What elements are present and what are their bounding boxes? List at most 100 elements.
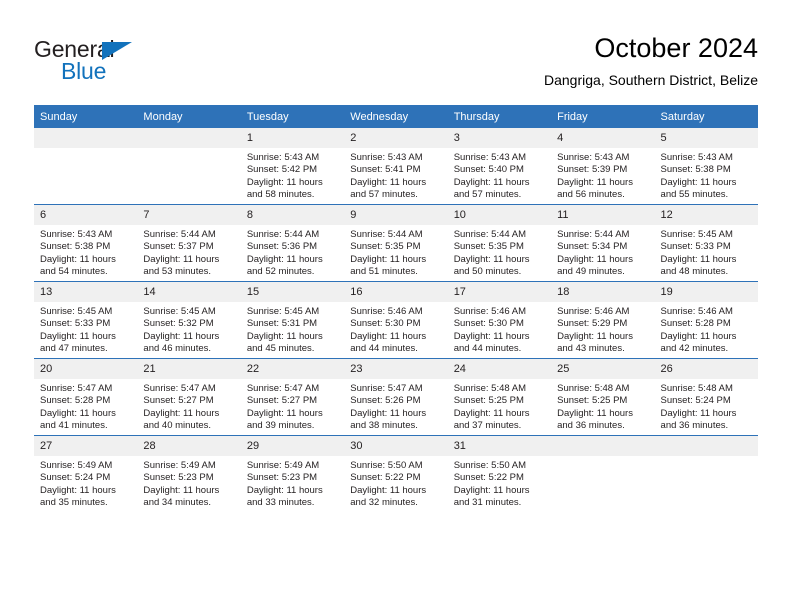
weekday-header-monday: Monday <box>137 105 241 128</box>
day-info: Sunrise: 5:44 AM Sunset: 5:37 PM Daylight:… <box>137 225 240 278</box>
page-subtitle: Dangriga, Southern District, Belize <box>544 72 758 88</box>
sunrise-text: Sunrise: 5:44 AM <box>143 229 216 240</box>
day-info: Sunrise: 5:47 AM Sunset: 5:26 PM Daylight:… <box>344 379 447 432</box>
sunset-text: Sunset: 5:30 PM <box>350 318 421 330</box>
calendar-day-cell[interactable]: 10 Sunrise: 5:44 AM Sunset: 5:35 PM Dayligh… <box>447 204 552 282</box>
daylight-text-line2: and 48 minutes. <box>660 265 729 277</box>
daylight-text-line2: and 44 minutes. <box>453 342 522 354</box>
calendar-day-cell[interactable]: 31 Sunrise: 5:50 AM Sunset: 5:22 PM Dayligh… <box>447 435 552 512</box>
daylight-text-line2: and 58 minutes. <box>246 188 315 200</box>
day-info: Sunrise: 5:45 AM Sunset: 5:33 PM Daylight:… <box>655 225 758 278</box>
calendar-day-cell[interactable]: 14 Sunrise: 5:45 AM Sunset: 5:32 PM Dayligh… <box>137 281 241 359</box>
day-number: 1 <box>240 128 345 148</box>
day-info: Sunrise: 5:46 AM Sunset: 5:28 PM Daylight:… <box>655 302 758 355</box>
day-info: Sunrise: 5:45 AM Sunset: 5:32 PM Daylight:… <box>137 302 240 355</box>
calendar-day-cell[interactable]: 4 Sunrise: 5:43 AM Sunset: 5:39 PM Daylight… <box>551 128 655 205</box>
daylight-text-line2: and 36 minutes. <box>557 419 625 431</box>
sunrise-text: Sunrise: 5:50 AM <box>453 460 527 471</box>
sunrise-text: Sunrise: 5:44 AM <box>453 229 527 240</box>
day-number: 3 <box>447 128 552 148</box>
day-number: 23 <box>344 359 448 379</box>
weekday-header-sunday: Sunday <box>34 105 138 128</box>
calendar-day-cell[interactable]: 7 Sunrise: 5:44 AM Sunset: 5:37 PM Daylight… <box>137 204 241 282</box>
day-number: 9 <box>344 205 448 225</box>
calendar-day-cell[interactable]: 6 Sunrise: 5:43 AM Sunset: 5:38 PM Daylight… <box>34 204 138 282</box>
daylight-text-line1: Daylight: 11 hours <box>143 253 220 265</box>
page-title: October 2024 <box>594 33 758 63</box>
daylight-text-line1: Daylight: 11 hours <box>557 407 633 419</box>
calendar-empty-cell <box>34 128 138 205</box>
calendar-day-cell[interactable]: 23 Sunrise: 5:47 AM Sunset: 5:26 PM Dayligh… <box>344 358 448 436</box>
daylight-text-line2: and 31 minutes. <box>453 496 522 508</box>
sunset-text: Sunset: 5:27 PM <box>143 395 214 407</box>
day-number: 4 <box>551 128 655 148</box>
daylight-text-line2: and 57 minutes. <box>453 188 522 200</box>
daylight-text-line2: and 51 minutes. <box>350 265 418 277</box>
calendar-day-cell[interactable]: 15 Sunrise: 5:45 AM Sunset: 5:31 PM Dayligh… <box>240 281 345 359</box>
sunrise-text: Sunrise: 5:49 AM <box>40 460 113 471</box>
day-info: Sunrise: 5:48 AM Sunset: 5:25 PM Daylight:… <box>551 379 654 432</box>
calendar-day-cell[interactable]: 21 Sunrise: 5:47 AM Sunset: 5:27 PM Dayligh… <box>137 358 241 436</box>
daylight-text-line1: Daylight: 11 hours <box>557 176 633 188</box>
sunset-text: Sunset: 5:38 PM <box>660 164 731 176</box>
daylight-text-line1: Daylight: 11 hours <box>350 407 427 419</box>
calendar-day-cell[interactable]: 24 Sunrise: 5:48 AM Sunset: 5:25 PM Dayligh… <box>447 358 552 436</box>
day-info: Sunrise: 5:46 AM Sunset: 5:29 PM Daylight:… <box>551 302 654 355</box>
calendar-day-cell[interactable]: 8 Sunrise: 5:44 AM Sunset: 5:36 PM Daylight… <box>240 204 345 282</box>
daylight-text-line1: Daylight: 11 hours <box>246 253 323 265</box>
daylight-text-line1: Daylight: 11 hours <box>660 407 737 419</box>
day-number: 12 <box>654 205 758 225</box>
calendar-day-cell[interactable]: 28 Sunrise: 5:49 AM Sunset: 5:23 PM Dayligh… <box>137 435 241 512</box>
day-info: Sunrise: 5:49 AM Sunset: 5:23 PM Daylight:… <box>137 456 240 509</box>
calendar-day-cell[interactable]: 26 Sunrise: 5:48 AM Sunset: 5:24 PM Dayligh… <box>654 358 758 436</box>
sunrise-text: Sunrise: 5:47 AM <box>143 383 216 394</box>
sunset-text: Sunset: 5:40 PM <box>453 164 524 176</box>
sunrise-text: Sunrise: 5:43 AM <box>453 152 527 163</box>
sunset-text: Sunset: 5:37 PM <box>143 241 214 253</box>
daylight-text-line2: and 32 minutes. <box>350 496 418 508</box>
calendar-day-cell[interactable]: 17 Sunrise: 5:46 AM Sunset: 5:30 PM Dayligh… <box>447 281 552 359</box>
calendar-day-cell[interactable]: 29 Sunrise: 5:49 AM Sunset: 5:23 PM Dayligh… <box>240 435 345 512</box>
calendar-empty-cell <box>137 128 241 205</box>
calendar-day-cell[interactable]: 18 Sunrise: 5:46 AM Sunset: 5:29 PM Dayligh… <box>551 281 655 359</box>
day-info: Sunrise: 5:43 AM Sunset: 5:40 PM Daylight:… <box>448 148 551 201</box>
daylight-text-line2: and 44 minutes. <box>350 342 418 354</box>
day-number: 31 <box>447 436 552 456</box>
calendar-day-cell[interactable]: 30 Sunrise: 5:50 AM Sunset: 5:22 PM Dayligh… <box>344 435 448 512</box>
day-number: 10 <box>447 205 552 225</box>
calendar-day-cell[interactable]: 12 Sunrise: 5:45 AM Sunset: 5:33 PM Dayligh… <box>654 204 758 282</box>
sunrise-text: Sunrise: 5:44 AM <box>350 229 423 240</box>
calendar-day-cell[interactable]: 16 Sunrise: 5:46 AM Sunset: 5:30 PM Dayligh… <box>344 281 448 359</box>
day-info: Sunrise: 5:49 AM Sunset: 5:23 PM Daylight:… <box>241 456 344 509</box>
daylight-text-line2: and 53 minutes. <box>143 265 212 277</box>
sunrise-text: Sunrise: 5:45 AM <box>246 306 320 317</box>
calendar-day-cell[interactable]: 3 Sunrise: 5:43 AM Sunset: 5:40 PM Daylight… <box>447 128 552 205</box>
day-number: 15 <box>240 282 345 302</box>
calendar-day-cell[interactable]: 20 Sunrise: 5:47 AM Sunset: 5:28 PM Dayligh… <box>34 358 138 436</box>
calendar-header-row: Sunday Monday Tuesday Wednesday Thursday… <box>34 105 758 128</box>
sunset-text: Sunset: 5:35 PM <box>350 241 421 253</box>
calendar-day-cell[interactable]: 5 Sunrise: 5:43 AM Sunset: 5:38 PM Daylight… <box>654 128 758 205</box>
calendar-day-cell[interactable]: 25 Sunrise: 5:48 AM Sunset: 5:25 PM Dayligh… <box>551 358 655 436</box>
calendar-week-row: 1 Sunrise: 5:43 AM Sunset: 5:42 PM Daylight… <box>34 128 758 205</box>
sunrise-text: Sunrise: 5:44 AM <box>557 229 630 240</box>
sunset-text: Sunset: 5:36 PM <box>246 241 318 253</box>
daylight-text-line1: Daylight: 11 hours <box>660 330 737 342</box>
calendar-day-cell[interactable]: 13 Sunrise: 5:45 AM Sunset: 5:33 PM Dayligh… <box>34 281 138 359</box>
calendar-day-cell[interactable]: 9 Sunrise: 5:44 AM Sunset: 5:35 PM Daylight… <box>344 204 448 282</box>
day-info: Sunrise: 5:49 AM Sunset: 5:24 PM Daylight:… <box>34 456 137 509</box>
day-info: Sunrise: 5:47 AM Sunset: 5:28 PM Daylight:… <box>34 379 137 432</box>
day-number: 8 <box>240 205 345 225</box>
daylight-text-line1: Daylight: 11 hours <box>143 484 220 496</box>
calendar-day-cell[interactable]: 27 Sunrise: 5:49 AM Sunset: 5:24 PM Dayligh… <box>34 435 138 512</box>
daylight-text-line1: Daylight: 11 hours <box>246 484 323 496</box>
calendar-day-cell[interactable]: 19 Sunrise: 5:46 AM Sunset: 5:28 PM Dayligh… <box>654 281 758 359</box>
sunrise-text: Sunrise: 5:43 AM <box>350 152 423 163</box>
calendar-day-cell[interactable]: 2 Sunrise: 5:43 AM Sunset: 5:41 PM Daylight… <box>344 128 448 205</box>
sunrise-text: Sunrise: 5:47 AM <box>246 383 320 394</box>
sunrise-text: Sunrise: 5:50 AM <box>350 460 423 471</box>
calendar-day-cell[interactable]: 1 Sunrise: 5:43 AM Sunset: 5:42 PM Daylight… <box>240 128 345 205</box>
day-info: Sunrise: 5:44 AM Sunset: 5:36 PM Daylight:… <box>241 225 344 278</box>
calendar-day-cell[interactable]: 22 Sunrise: 5:47 AM Sunset: 5:27 PM Dayligh… <box>240 358 345 436</box>
calendar-day-cell[interactable]: 11 Sunrise: 5:44 AM Sunset: 5:34 PM Dayligh… <box>551 204 655 282</box>
